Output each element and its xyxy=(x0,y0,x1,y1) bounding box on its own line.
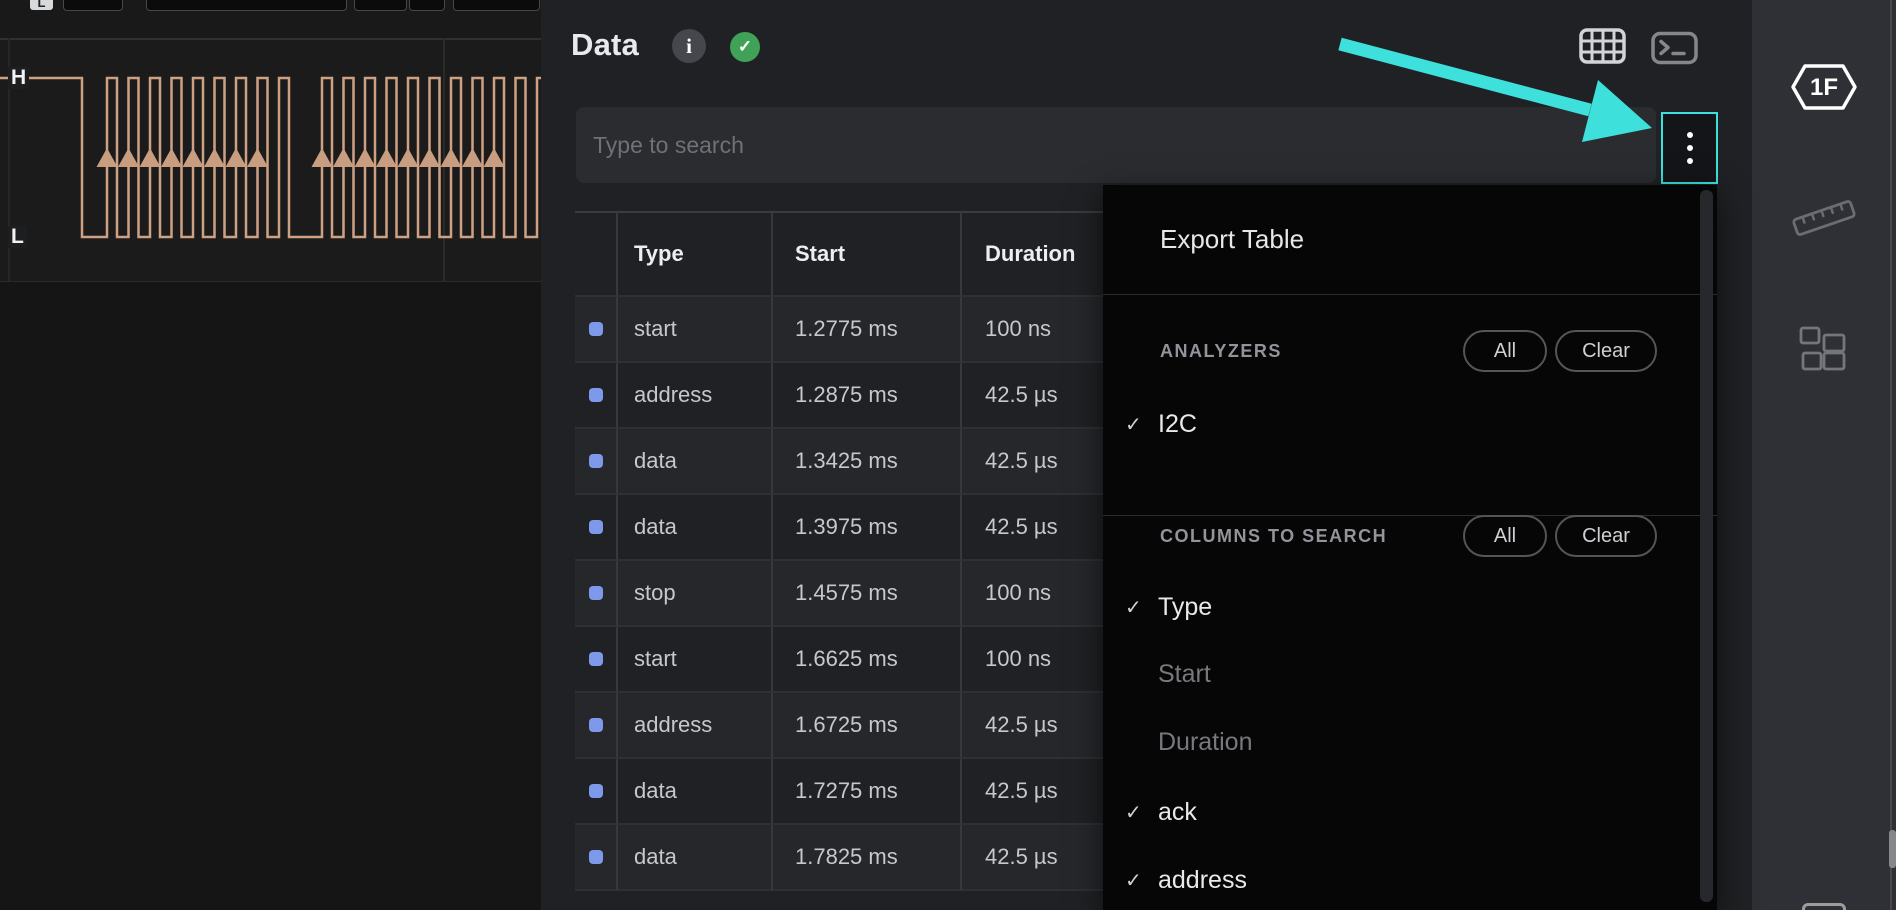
frame-marker-icon xyxy=(589,454,603,468)
frame-marker-icon xyxy=(589,322,603,336)
frame-marker-icon xyxy=(589,784,603,798)
layout-tiles-icon[interactable] xyxy=(1752,326,1896,374)
kebab-dot xyxy=(1687,132,1693,138)
menu-scrollbar[interactable] xyxy=(1700,190,1713,902)
info-icon[interactable]: i xyxy=(672,29,706,63)
right-sidebar: 1F xyxy=(1752,0,1896,910)
cell-start: 1.7825 ms xyxy=(773,825,962,891)
decode-bubble xyxy=(354,0,407,11)
cell-start: 1.2875 ms xyxy=(773,363,962,429)
decode-bubble xyxy=(146,0,347,11)
frame-marker-icon xyxy=(589,388,603,402)
menu-item-ack[interactable]: ✓ ack xyxy=(1103,791,1689,833)
check-icon: ✓ xyxy=(1125,412,1155,437)
window-edge xyxy=(1890,0,1892,910)
high-level-label: H xyxy=(8,67,29,89)
frame-marker-icon xyxy=(589,718,603,732)
table-options-menu: Export Table ANALYZERS All Clear ✓ I2C C… xyxy=(1103,185,1717,910)
cell-start: 1.6725 ms xyxy=(773,693,962,759)
waveform-panel[interactable]: L H L xyxy=(0,0,541,910)
sidebar-bottom-button[interactable] xyxy=(1802,903,1846,910)
start-column-header[interactable]: Start xyxy=(773,213,962,297)
terminal-view-icon[interactable] xyxy=(1651,30,1698,66)
export-table-menu-item[interactable]: Export Table xyxy=(1103,185,1717,294)
cell-type: start xyxy=(618,627,773,693)
table-view-icon[interactable] xyxy=(1579,28,1626,64)
signal-trace xyxy=(0,78,541,237)
cell-start: 1.3425 ms xyxy=(773,429,962,495)
cell-type: data xyxy=(618,429,773,495)
cell-type: address xyxy=(618,693,773,759)
cell-type: data xyxy=(618,495,773,561)
columns-section-label: COLUMNS TO SEARCH xyxy=(1160,515,1387,557)
decode-bubble xyxy=(409,0,445,11)
decode-bubble xyxy=(63,0,123,11)
panel-title: Data xyxy=(571,27,639,63)
menu-item-address[interactable]: ✓ address xyxy=(1103,859,1689,901)
icon-column-header[interactable] xyxy=(575,213,618,297)
menu-item-duration[interactable]: Duration xyxy=(1103,721,1689,763)
check-icon: ✓ xyxy=(1125,868,1155,893)
kebab-dot xyxy=(1687,145,1693,151)
cell-type: start xyxy=(618,297,773,363)
cell-start: 1.7275 ms xyxy=(773,759,962,825)
analyzers-section-label: ANALYZERS xyxy=(1160,330,1282,372)
columns-all-button[interactable]: All xyxy=(1463,515,1547,557)
cell-start: 1.2775 ms xyxy=(773,297,962,363)
cell-type: address xyxy=(618,363,773,429)
menu-item-start[interactable]: Start xyxy=(1103,653,1689,695)
check-icon: ✓ xyxy=(1125,595,1155,620)
frame-marker-icon xyxy=(589,520,603,534)
frame-marker-icon xyxy=(589,850,603,864)
cell-type: data xyxy=(618,759,773,825)
menu-item-type[interactable]: ✓ Type xyxy=(1103,586,1689,628)
measure-ruler-icon[interactable] xyxy=(1752,192,1896,244)
low-level-label: L xyxy=(8,226,27,248)
frame-marker-icon xyxy=(589,586,603,600)
analyzers-all-button[interactable]: All xyxy=(1463,330,1547,372)
cell-start: 1.4575 ms xyxy=(773,561,962,627)
check-icon: ✓ xyxy=(1125,800,1155,825)
menu-divider xyxy=(1103,294,1717,295)
type-column-header[interactable]: Type xyxy=(618,213,773,297)
table-options-kebab-button[interactable] xyxy=(1661,112,1718,184)
decode-bubble xyxy=(453,0,540,11)
waveform-empty-area xyxy=(0,282,541,910)
search-input[interactable] xyxy=(576,107,1656,183)
cell-type: stop xyxy=(618,561,773,627)
columns-clear-button[interactable]: Clear xyxy=(1555,515,1657,557)
edge-scrollbar-thumb[interactable] xyxy=(1889,830,1896,868)
frame-marker-icon xyxy=(589,652,603,666)
cell-type: data xyxy=(618,825,773,891)
menu-item-i2c[interactable]: ✓ I2C xyxy=(1103,403,1689,445)
kebab-dot xyxy=(1687,158,1693,164)
analyzer-ok-icon: ✓ xyxy=(730,32,760,62)
digital-waveform xyxy=(0,38,541,282)
app-window: L H L Data i ✓ xyxy=(0,0,1896,910)
device-badge-text: 1F xyxy=(1810,74,1838,101)
analyzers-clear-button[interactable]: Clear xyxy=(1555,330,1657,372)
channel-label-badge: L xyxy=(30,0,53,10)
device-badge-1f[interactable]: 1F xyxy=(1752,62,1896,112)
cell-start: 1.6625 ms xyxy=(773,627,962,693)
cell-start: 1.3975 ms xyxy=(773,495,962,561)
